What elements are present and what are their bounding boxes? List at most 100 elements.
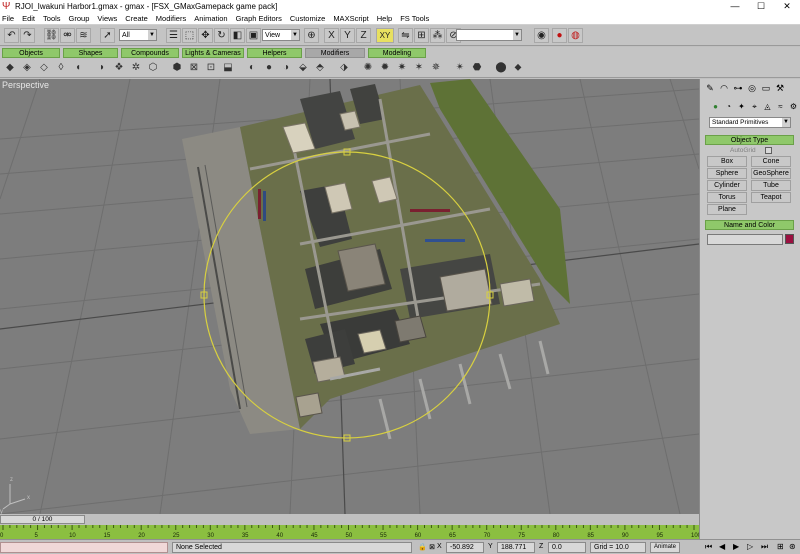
- primitive-type-dropdown[interactable]: Standard Primitives ▼: [709, 117, 791, 128]
- stretch-icon[interactable]: ◖: [71, 61, 85, 75]
- absolute-mode-icon[interactable]: ⊠: [427, 543, 437, 551]
- render-icon[interactable]: ●: [552, 28, 567, 43]
- ripple-icon[interactable]: ✲: [129, 61, 143, 75]
- autogrid-checkbox[interactable]: [765, 147, 772, 154]
- array-icon[interactable]: ⁂: [430, 28, 445, 43]
- undo-icon[interactable]: ↶: [4, 28, 19, 43]
- mesh-smooth-icon[interactable]: ⬤: [494, 61, 508, 75]
- close-button[interactable]: ✕: [774, 0, 800, 13]
- menu-group[interactable]: Group: [69, 14, 90, 23]
- hierarchy-tab-icon[interactable]: ⊶: [732, 82, 744, 94]
- tessellate-icon[interactable]: ✺: [361, 61, 375, 75]
- menu-views[interactable]: Views: [97, 14, 117, 23]
- time-slider[interactable]: 0 / 100: [0, 514, 699, 525]
- displace-icon[interactable]: ✶: [412, 61, 426, 75]
- extrude-icon[interactable]: ⬓: [221, 61, 235, 75]
- lock-selection-icon[interactable]: 🔒: [418, 543, 427, 551]
- modify-tab-icon[interactable]: ◠: [718, 82, 730, 94]
- lights-icon[interactable]: ✦: [736, 101, 747, 112]
- spherify-icon[interactable]: ✷: [395, 61, 409, 75]
- quick-render-icon[interactable]: ◍: [568, 28, 583, 43]
- tab-compounds[interactable]: Compounds: [121, 48, 179, 58]
- selection-filter-dropdown[interactable]: All ▼: [119, 29, 157, 41]
- sphere-button[interactable]: Sphere: [707, 168, 747, 179]
- xform-icon[interactable]: ⬙: [296, 61, 310, 75]
- create-tab-icon[interactable]: ✎: [704, 82, 716, 94]
- track-bar[interactable]: 0 5 10 15 20 25 30 35 40 45 50 55 60 65 70 75 80 85 90 95 10…: [0, 525, 699, 539]
- torus-button[interactable]: Torus: [707, 192, 747, 203]
- minimize-button[interactable]: —: [722, 0, 748, 13]
- cap-holes-icon[interactable]: ⬣: [470, 61, 484, 75]
- menu-graph-editors[interactable]: Graph Editors: [236, 14, 282, 23]
- noise-icon[interactable]: ◊: [54, 61, 68, 75]
- play-icon[interactable]: ▶: [733, 542, 739, 551]
- cone-button[interactable]: Cone: [751, 156, 791, 167]
- skew-icon[interactable]: ◗: [95, 61, 109, 75]
- wave-icon[interactable]: ❖: [112, 61, 126, 75]
- link-icon[interactable]: ⛓: [44, 28, 59, 43]
- mirror-icon[interactable]: ⇋: [398, 28, 413, 43]
- shapes-icon[interactable]: ◔: [723, 101, 734, 112]
- select-icon[interactable]: ➚: [100, 28, 115, 43]
- cylinder-button[interactable]: Cylinder: [707, 180, 747, 191]
- normal-icon[interactable]: ⬘: [313, 61, 327, 75]
- zoom-extents-icon[interactable]: ⊞: [777, 542, 784, 551]
- tab-modeling[interactable]: Modeling: [368, 48, 426, 58]
- box-button[interactable]: Box: [707, 156, 747, 167]
- smooth-icon[interactable]: ●: [262, 61, 276, 75]
- object-name-field[interactable]: [707, 234, 783, 245]
- space-warps-icon[interactable]: ≈: [775, 101, 786, 112]
- optimize-icon[interactable]: ◑: [279, 61, 293, 75]
- go-to-end-icon[interactable]: ⏭: [761, 542, 768, 552]
- tab-helpers[interactable]: Helpers: [247, 48, 302, 58]
- object-color-swatch[interactable]: [785, 234, 794, 244]
- reference-coordinate-dropdown[interactable]: View ▼: [262, 29, 300, 41]
- named-selection-dropdown[interactable]: ▼: [456, 29, 522, 41]
- menu-tools[interactable]: Tools: [43, 14, 61, 23]
- previous-frame-icon[interactable]: ◀: [719, 542, 725, 551]
- align-icon[interactable]: ⊞: [414, 28, 429, 43]
- axis-xy-button[interactable]: XY: [376, 28, 394, 43]
- taper-icon[interactable]: ◈: [20, 61, 34, 75]
- axis-x-icon[interactable]: X: [324, 28, 339, 43]
- tab-lights-cameras[interactable]: Lights & Cameras: [182, 48, 244, 58]
- name-and-color-rollout[interactable]: Name and Color: [705, 220, 794, 230]
- x-coordinate-field[interactable]: -50.892: [446, 542, 484, 553]
- teapot-button[interactable]: Teapot: [751, 192, 791, 203]
- move-icon[interactable]: ✥: [198, 28, 213, 43]
- scale-icon[interactable]: ◧: [230, 28, 245, 43]
- twist-icon[interactable]: ◇: [37, 61, 51, 75]
- menu-create[interactable]: Create: [125, 14, 148, 23]
- squash-icon[interactable]: ▣: [246, 28, 261, 43]
- slice-icon[interactable]: ✴: [453, 61, 467, 75]
- relax-icon[interactable]: ✹: [378, 61, 392, 75]
- redo-icon[interactable]: ↷: [20, 28, 35, 43]
- motion-tab-icon[interactable]: ◎: [746, 82, 758, 94]
- viewport-label[interactable]: Perspective: [2, 80, 49, 90]
- plane-button[interactable]: Plane: [707, 204, 747, 215]
- rotate-icon[interactable]: ↻: [214, 28, 229, 43]
- next-frame-icon[interactable]: ▷: [747, 542, 753, 551]
- mesh-select-icon[interactable]: ⊡: [204, 61, 218, 75]
- bend-icon[interactable]: ◆: [3, 61, 17, 75]
- select-by-name-icon[interactable]: ☰: [166, 28, 181, 43]
- menu-file[interactable]: File: [2, 14, 14, 23]
- maxscript-listener[interactable]: [0, 542, 168, 553]
- geometry-icon[interactable]: ●: [710, 101, 721, 112]
- geosphere-button[interactable]: GeoSphere: [751, 168, 791, 179]
- menu-edit[interactable]: Edit: [22, 14, 35, 23]
- display-tab-icon[interactable]: ▭: [760, 82, 772, 94]
- menu-maxscript[interactable]: MAXScript: [333, 14, 368, 23]
- pivot-center-icon[interactable]: ⊕: [304, 28, 319, 43]
- uvw-map-icon[interactable]: ⊠: [187, 61, 201, 75]
- unlink-icon[interactable]: ⚮: [60, 28, 75, 43]
- menu-help[interactable]: Help: [377, 14, 392, 23]
- bind-space-warp-icon[interactable]: ≋: [76, 28, 91, 43]
- orbit-icon[interactable]: ⊛: [789, 542, 796, 551]
- material-editor-icon[interactable]: ◉: [534, 28, 549, 43]
- go-to-start-icon[interactable]: ⏮: [705, 542, 712, 552]
- axis-y-icon[interactable]: Y: [340, 28, 355, 43]
- object-type-rollout[interactable]: Object Type: [705, 135, 794, 145]
- perspective-viewport[interactable]: z x y Perspective: [0, 79, 699, 514]
- menu-modifiers[interactable]: Modifiers: [156, 14, 186, 23]
